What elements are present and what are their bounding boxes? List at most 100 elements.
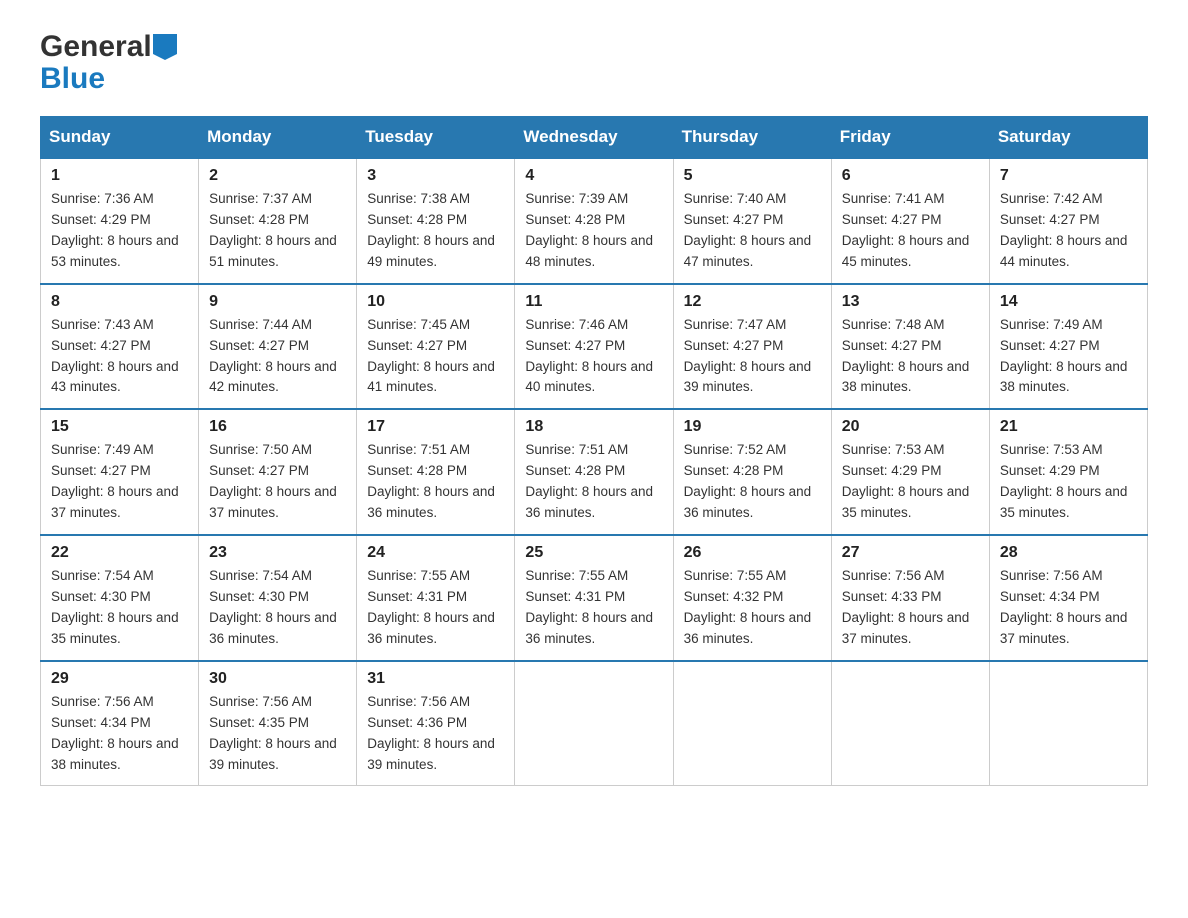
day-info: Sunrise: 7:44 AMSunset: 4:27 PMDaylight:… <box>209 315 346 399</box>
day-info: Sunrise: 7:49 AMSunset: 4:27 PMDaylight:… <box>1000 315 1137 399</box>
page-header: General Blue <box>40 30 1148 96</box>
calendar-cell: 24 Sunrise: 7:55 AMSunset: 4:31 PMDaylig… <box>357 535 515 661</box>
day-info: Sunrise: 7:56 AMSunset: 4:33 PMDaylight:… <box>842 566 979 650</box>
day-number: 25 <box>525 544 662 562</box>
day-info: Sunrise: 7:40 AMSunset: 4:27 PMDaylight:… <box>684 189 821 273</box>
day-info: Sunrise: 7:48 AMSunset: 4:27 PMDaylight:… <box>842 315 979 399</box>
day-info: Sunrise: 7:38 AMSunset: 4:28 PMDaylight:… <box>367 189 504 273</box>
day-number: 6 <box>842 167 979 185</box>
calendar-cell: 9 Sunrise: 7:44 AMSunset: 4:27 PMDayligh… <box>199 284 357 410</box>
day-number: 8 <box>51 293 188 311</box>
day-info: Sunrise: 7:41 AMSunset: 4:27 PMDaylight:… <box>842 189 979 273</box>
day-number: 30 <box>209 670 346 688</box>
day-info: Sunrise: 7:42 AMSunset: 4:27 PMDaylight:… <box>1000 189 1137 273</box>
logo-triangle-icon <box>153 34 177 60</box>
day-number: 3 <box>367 167 504 185</box>
day-info: Sunrise: 7:54 AMSunset: 4:30 PMDaylight:… <box>51 566 188 650</box>
day-info: Sunrise: 7:52 AMSunset: 4:28 PMDaylight:… <box>684 440 821 524</box>
calendar-cell: 18 Sunrise: 7:51 AMSunset: 4:28 PMDaylig… <box>515 409 673 535</box>
calendar-cell: 27 Sunrise: 7:56 AMSunset: 4:33 PMDaylig… <box>831 535 989 661</box>
calendar-cell: 29 Sunrise: 7:56 AMSunset: 4:34 PMDaylig… <box>41 661 199 786</box>
day-number: 4 <box>525 167 662 185</box>
day-number: 18 <box>525 418 662 436</box>
calendar-cell: 31 Sunrise: 7:56 AMSunset: 4:36 PMDaylig… <box>357 661 515 786</box>
calendar-cell <box>989 661 1147 786</box>
day-info: Sunrise: 7:39 AMSunset: 4:28 PMDaylight:… <box>525 189 662 273</box>
calendar-cell: 1 Sunrise: 7:36 AMSunset: 4:29 PMDayligh… <box>41 158 199 284</box>
day-info: Sunrise: 7:53 AMSunset: 4:29 PMDaylight:… <box>1000 440 1137 524</box>
day-info: Sunrise: 7:37 AMSunset: 4:28 PMDaylight:… <box>209 189 346 273</box>
calendar-cell <box>515 661 673 786</box>
day-number: 11 <box>525 293 662 311</box>
day-info: Sunrise: 7:47 AMSunset: 4:27 PMDaylight:… <box>684 315 821 399</box>
calendar-cell: 6 Sunrise: 7:41 AMSunset: 4:27 PMDayligh… <box>831 158 989 284</box>
week-row-3: 15 Sunrise: 7:49 AMSunset: 4:27 PMDaylig… <box>41 409 1148 535</box>
day-headers-row: SundayMondayTuesdayWednesdayThursdayFrid… <box>41 117 1148 159</box>
calendar-cell: 16 Sunrise: 7:50 AMSunset: 4:27 PMDaylig… <box>199 409 357 535</box>
day-info: Sunrise: 7:56 AMSunset: 4:34 PMDaylight:… <box>51 692 188 776</box>
day-info: Sunrise: 7:51 AMSunset: 4:28 PMDaylight:… <box>367 440 504 524</box>
day-info: Sunrise: 7:45 AMSunset: 4:27 PMDaylight:… <box>367 315 504 399</box>
day-header-sunday: Sunday <box>41 117 199 159</box>
day-info: Sunrise: 7:53 AMSunset: 4:29 PMDaylight:… <box>842 440 979 524</box>
logo-general-text: General <box>40 30 152 64</box>
day-info: Sunrise: 7:46 AMSunset: 4:27 PMDaylight:… <box>525 315 662 399</box>
day-number: 29 <box>51 670 188 688</box>
day-header-wednesday: Wednesday <box>515 117 673 159</box>
day-info: Sunrise: 7:49 AMSunset: 4:27 PMDaylight:… <box>51 440 188 524</box>
calendar-table: SundayMondayTuesdayWednesdayThursdayFrid… <box>40 116 1148 786</box>
day-number: 28 <box>1000 544 1137 562</box>
calendar-cell: 28 Sunrise: 7:56 AMSunset: 4:34 PMDaylig… <box>989 535 1147 661</box>
calendar-cell: 20 Sunrise: 7:53 AMSunset: 4:29 PMDaylig… <box>831 409 989 535</box>
day-header-thursday: Thursday <box>673 117 831 159</box>
calendar-cell: 19 Sunrise: 7:52 AMSunset: 4:28 PMDaylig… <box>673 409 831 535</box>
calendar-cell: 30 Sunrise: 7:56 AMSunset: 4:35 PMDaylig… <box>199 661 357 786</box>
day-number: 2 <box>209 167 346 185</box>
day-number: 14 <box>1000 293 1137 311</box>
week-row-5: 29 Sunrise: 7:56 AMSunset: 4:34 PMDaylig… <box>41 661 1148 786</box>
day-header-monday: Monday <box>199 117 357 159</box>
day-info: Sunrise: 7:55 AMSunset: 4:31 PMDaylight:… <box>525 566 662 650</box>
calendar-cell: 2 Sunrise: 7:37 AMSunset: 4:28 PMDayligh… <box>199 158 357 284</box>
day-info: Sunrise: 7:43 AMSunset: 4:27 PMDaylight:… <box>51 315 188 399</box>
day-info: Sunrise: 7:50 AMSunset: 4:27 PMDaylight:… <box>209 440 346 524</box>
calendar-cell: 17 Sunrise: 7:51 AMSunset: 4:28 PMDaylig… <box>357 409 515 535</box>
week-row-1: 1 Sunrise: 7:36 AMSunset: 4:29 PMDayligh… <box>41 158 1148 284</box>
day-number: 20 <box>842 418 979 436</box>
week-row-4: 22 Sunrise: 7:54 AMSunset: 4:30 PMDaylig… <box>41 535 1148 661</box>
calendar-cell: 14 Sunrise: 7:49 AMSunset: 4:27 PMDaylig… <box>989 284 1147 410</box>
day-number: 26 <box>684 544 821 562</box>
calendar-cell: 25 Sunrise: 7:55 AMSunset: 4:31 PMDaylig… <box>515 535 673 661</box>
day-number: 16 <box>209 418 346 436</box>
calendar-cell: 7 Sunrise: 7:42 AMSunset: 4:27 PMDayligh… <box>989 158 1147 284</box>
day-header-saturday: Saturday <box>989 117 1147 159</box>
calendar-cell: 3 Sunrise: 7:38 AMSunset: 4:28 PMDayligh… <box>357 158 515 284</box>
day-number: 10 <box>367 293 504 311</box>
day-number: 24 <box>367 544 504 562</box>
day-info: Sunrise: 7:56 AMSunset: 4:34 PMDaylight:… <box>1000 566 1137 650</box>
calendar-cell: 23 Sunrise: 7:54 AMSunset: 4:30 PMDaylig… <box>199 535 357 661</box>
calendar-cell: 21 Sunrise: 7:53 AMSunset: 4:29 PMDaylig… <box>989 409 1147 535</box>
logo: General Blue <box>40 30 177 96</box>
calendar-cell <box>673 661 831 786</box>
day-info: Sunrise: 7:51 AMSunset: 4:28 PMDaylight:… <box>525 440 662 524</box>
calendar-cell: 15 Sunrise: 7:49 AMSunset: 4:27 PMDaylig… <box>41 409 199 535</box>
day-number: 7 <box>1000 167 1137 185</box>
day-number: 27 <box>842 544 979 562</box>
day-number: 1 <box>51 167 188 185</box>
day-info: Sunrise: 7:54 AMSunset: 4:30 PMDaylight:… <box>209 566 346 650</box>
calendar-cell: 5 Sunrise: 7:40 AMSunset: 4:27 PMDayligh… <box>673 158 831 284</box>
calendar-cell: 10 Sunrise: 7:45 AMSunset: 4:27 PMDaylig… <box>357 284 515 410</box>
day-info: Sunrise: 7:56 AMSunset: 4:35 PMDaylight:… <box>209 692 346 776</box>
calendar-cell: 8 Sunrise: 7:43 AMSunset: 4:27 PMDayligh… <box>41 284 199 410</box>
day-number: 5 <box>684 167 821 185</box>
day-number: 31 <box>367 670 504 688</box>
day-header-tuesday: Tuesday <box>357 117 515 159</box>
day-number: 12 <box>684 293 821 311</box>
day-info: Sunrise: 7:56 AMSunset: 4:36 PMDaylight:… <box>367 692 504 776</box>
logo-blue-text: Blue <box>40 62 105 95</box>
calendar-cell: 11 Sunrise: 7:46 AMSunset: 4:27 PMDaylig… <box>515 284 673 410</box>
day-number: 13 <box>842 293 979 311</box>
day-info: Sunrise: 7:55 AMSunset: 4:31 PMDaylight:… <box>367 566 504 650</box>
day-header-friday: Friday <box>831 117 989 159</box>
